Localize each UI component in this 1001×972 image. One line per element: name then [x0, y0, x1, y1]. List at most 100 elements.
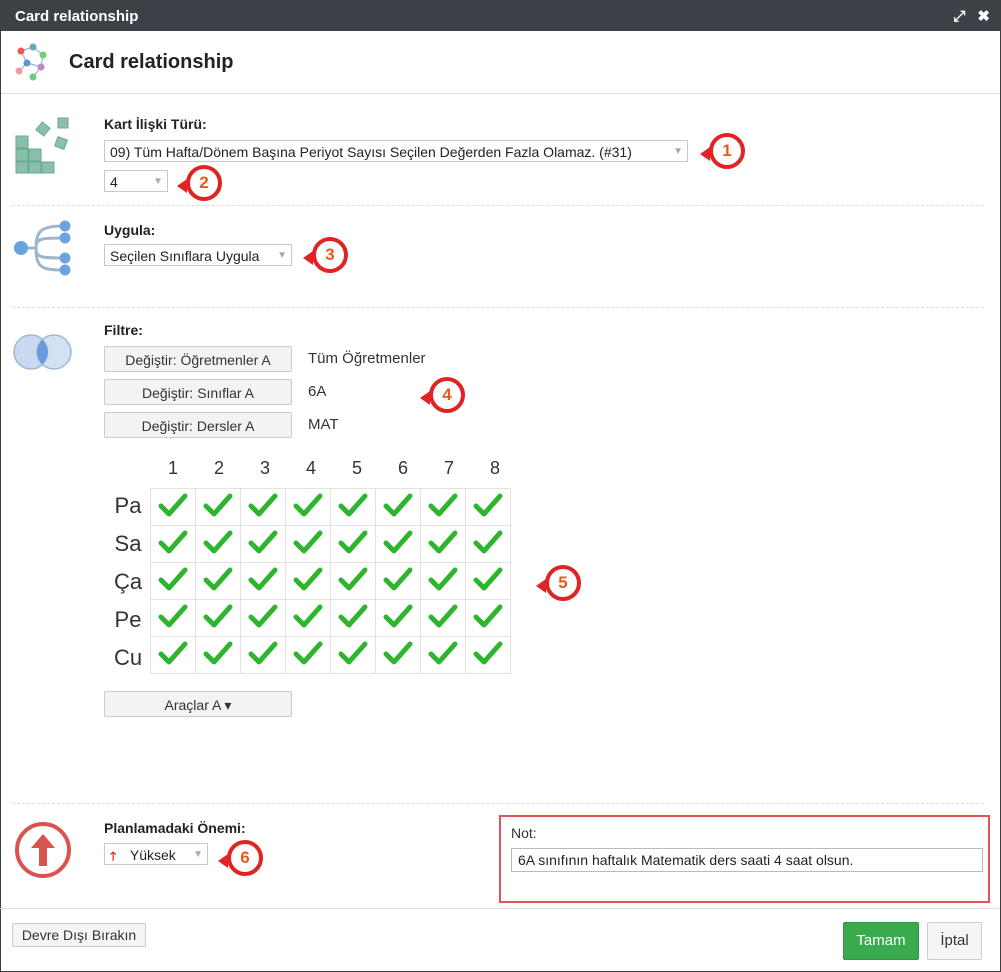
network-icon	[15, 43, 47, 81]
high-importance-icon	[15, 822, 71, 878]
grid-column-header[interactable]: 8	[472, 458, 518, 479]
check-icon	[473, 493, 503, 516]
grid-cell[interactable]	[465, 636, 511, 674]
grid-cell[interactable]	[150, 525, 196, 563]
grid-cell[interactable]	[330, 488, 376, 526]
change-classes-button[interactable]: Değiştir: Sınıflar A	[104, 379, 292, 405]
grid-cell[interactable]	[375, 636, 421, 674]
check-icon	[338, 604, 368, 627]
relation-type-select[interactable]: 09) Tüm Hafta/Dönem Başına Periyot Sayıs…	[104, 140, 688, 162]
check-icon	[473, 604, 503, 627]
grid-cell[interactable]	[150, 488, 196, 526]
section-divider	[12, 205, 984, 206]
importance-select[interactable]: 🡑 Yüksek ▼	[104, 843, 208, 865]
grid-cell[interactable]	[420, 488, 466, 526]
check-icon	[158, 604, 188, 627]
grid-row-header[interactable]: Cu	[108, 645, 148, 671]
ok-button[interactable]: Tamam	[843, 922, 919, 960]
note-input[interactable]: 6A sınıfının haftalık Matematik ders saa…	[511, 848, 983, 872]
check-icon	[248, 493, 278, 516]
title-bar[interactable]: Card relationship ⤢ ✖	[1, 1, 1000, 31]
change-subjects-button[interactable]: Değiştir: Dersler A	[104, 412, 292, 438]
grid-cell[interactable]	[420, 599, 466, 637]
check-icon	[338, 530, 368, 553]
callout-badge-2: 2	[177, 165, 222, 201]
grid-cell[interactable]	[195, 525, 241, 563]
grid-cell[interactable]	[420, 562, 466, 600]
grid-cell[interactable]	[330, 636, 376, 674]
grid-row-header[interactable]: Sa	[108, 531, 148, 557]
grid-cell[interactable]	[240, 488, 286, 526]
callout-badge-5: 5	[536, 565, 581, 601]
tools-button[interactable]: Araçlar A ▾	[104, 691, 292, 717]
grid-cell[interactable]	[330, 599, 376, 637]
grid-cell[interactable]	[465, 599, 511, 637]
period-grid	[150, 488, 511, 674]
grid-row-header[interactable]: Pe	[108, 607, 148, 633]
apply-select[interactable]: Seçilen Sınıflara Uygula ▼	[104, 244, 292, 266]
grid-column-header[interactable]: 6	[380, 458, 426, 479]
check-icon	[428, 493, 458, 516]
grid-cell[interactable]	[195, 636, 241, 674]
check-icon	[383, 530, 413, 553]
grid-cell[interactable]	[465, 562, 511, 600]
grid-cell[interactable]	[375, 525, 421, 563]
check-icon	[383, 641, 413, 664]
arrow-up-icon: 🡑	[110, 849, 117, 863]
grid-cell[interactable]	[285, 562, 331, 600]
check-icon	[293, 641, 323, 664]
check-icon	[158, 641, 188, 664]
grid-cell[interactable]	[240, 525, 286, 563]
importance-value: Yüksek	[129, 847, 176, 863]
check-icon	[383, 604, 413, 627]
grid-cell[interactable]	[375, 599, 421, 637]
grid-cell[interactable]	[375, 562, 421, 600]
grid-cell[interactable]	[150, 636, 196, 674]
grid-cell[interactable]	[285, 488, 331, 526]
change-teachers-button[interactable]: Değiştir: Öğretmenler A	[104, 346, 292, 372]
grid-cell[interactable]	[420, 636, 466, 674]
grid-cell[interactable]	[285, 636, 331, 674]
grid-row-header[interactable]: Ça	[108, 569, 148, 595]
check-icon	[428, 567, 458, 590]
grid-cell[interactable]	[465, 525, 511, 563]
grid-cell[interactable]	[195, 488, 241, 526]
disable-button[interactable]: Devre Dışı Bırakın	[12, 923, 146, 947]
count-select[interactable]: 4 ▼	[104, 170, 168, 192]
close-icon[interactable]: ✖	[977, 7, 990, 25]
check-icon	[248, 567, 278, 590]
grid-column-header[interactable]: 7	[426, 458, 472, 479]
grid-cell[interactable]	[150, 562, 196, 600]
apply-label: Uygula:	[104, 222, 156, 238]
dialog-footer: Devre Dışı Bırakın Tamam İptal	[0, 908, 999, 971]
check-icon	[338, 641, 368, 664]
grid-cell[interactable]	[465, 488, 511, 526]
grid-cell[interactable]	[285, 599, 331, 637]
grid-cell[interactable]	[240, 636, 286, 674]
grid-column-header[interactable]: 1	[150, 458, 196, 479]
grid-column-header[interactable]: 5	[334, 458, 380, 479]
grid-cell[interactable]	[240, 599, 286, 637]
check-icon	[203, 493, 233, 516]
grid-cell[interactable]	[285, 525, 331, 563]
maximize-icon[interactable]: ⤢	[953, 8, 965, 25]
check-icon	[383, 493, 413, 516]
check-icon	[203, 604, 233, 627]
grid-row-header[interactable]: Pa	[108, 493, 148, 519]
grid-cell[interactable]	[375, 488, 421, 526]
grid-cell[interactable]	[195, 562, 241, 600]
cancel-button[interactable]: İptal	[927, 922, 982, 960]
grid-cell[interactable]	[330, 562, 376, 600]
grid-cell[interactable]	[195, 599, 241, 637]
grid-cell[interactable]	[150, 599, 196, 637]
note-label: Not:	[511, 825, 537, 841]
grid-column-header[interactable]: 4	[288, 458, 334, 479]
grid-column-header[interactable]: 2	[196, 458, 242, 479]
grid-column-header[interactable]: 3	[242, 458, 288, 479]
teachers-value: Tüm Öğretmenler	[308, 350, 426, 367]
grid-cell[interactable]	[330, 525, 376, 563]
grid-cell[interactable]	[420, 525, 466, 563]
grid-cell[interactable]	[240, 562, 286, 600]
check-icon	[293, 493, 323, 516]
relation-type-label: Kart İlişki Türü:	[104, 116, 207, 132]
